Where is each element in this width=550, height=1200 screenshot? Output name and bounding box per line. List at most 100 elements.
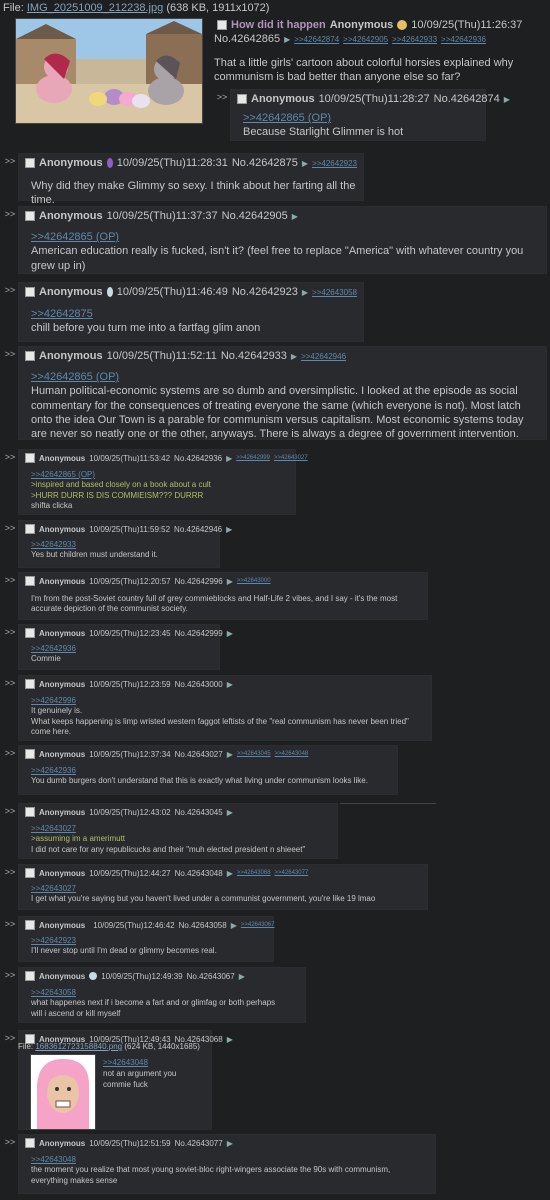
post-checkbox[interactable] (25, 158, 35, 168)
post-number[interactable]: No.42642933 (221, 350, 287, 362)
post-message: >>42643027 >assuming im a amerimutt I di… (31, 824, 306, 854)
post-number[interactable]: No.42642875 (232, 157, 298, 169)
backlink[interactable]: >>42642946 (301, 352, 346, 361)
op-backlink[interactable]: >>42642933 (392, 35, 437, 44)
post-number[interactable]: No.42642999 (175, 629, 223, 638)
post-menu-icon[interactable]: ▶ (291, 352, 297, 361)
post-checkbox[interactable] (237, 94, 247, 104)
op-post-number[interactable]: No.42642865 (214, 33, 280, 45)
op-flag-icon (397, 20, 408, 30)
op-backlink[interactable]: >>42642936 (441, 35, 486, 44)
post-menu-icon[interactable]: ▶ (227, 750, 233, 759)
post-menu-icon[interactable]: ▶ (227, 869, 233, 878)
op-thumbnail[interactable] (15, 18, 203, 124)
reply-container: Anonymous 10/09/25(Thu)11:28:31 No.42642… (18, 153, 364, 206)
reply-post: >> Anonymous 10/09/25(Thu)12:46:42 No.42… (2, 916, 275, 962)
post-checkbox[interactable] (25, 524, 35, 534)
post-checkbox[interactable] (25, 679, 35, 689)
post-number[interactable]: No.42642996 (175, 577, 223, 586)
post-number[interactable]: No.42642905 (222, 210, 288, 222)
reply-post: >> Anonymous 10/09/25(Thu)11:59:52 No.42… (2, 520, 232, 568)
reply-arrow: >> (4, 209, 16, 219)
post-number[interactable]: No.42643067 (187, 972, 235, 981)
post-number[interactable]: No.42643027 (175, 750, 223, 759)
post-number[interactable]: No.42642946 (174, 525, 222, 534)
post-message: >>42643027 I get what you're saying but … (31, 884, 376, 904)
backlink[interactable]: >>42642923 (312, 159, 357, 168)
post-menu-icon[interactable]: ▶ (302, 288, 308, 297)
backlink[interactable]: >>42643068 (237, 870, 271, 876)
post-checkbox[interactable] (25, 287, 35, 297)
post-checkbox[interactable] (25, 868, 35, 878)
post-menu-icon[interactable]: ▶ (227, 577, 233, 586)
post-number[interactable]: No.42643077 (175, 1139, 223, 1148)
post-menu-icon[interactable]: ▶ (227, 1139, 233, 1148)
post-checkbox[interactable] (25, 971, 35, 981)
op-backlink[interactable]: >>42642874 (294, 35, 339, 44)
backlink[interactable]: >>42643067 (241, 922, 275, 928)
post-menu-icon[interactable]: ▶ (239, 972, 245, 981)
post-checkbox[interactable] (25, 807, 35, 817)
post-checkbox[interactable] (25, 211, 35, 221)
post-menu-icon[interactable]: ▶ (504, 95, 510, 104)
reply-thumbnail[interactable] (30, 1054, 96, 1130)
post-checkbox[interactable] (25, 1138, 35, 1148)
reply-post: >> Anonymous 10/09/25(Thu)12:44:27 No.42… (2, 864, 428, 910)
reply-post: >> Anonymous 10/09/25(Thu)12:51:59 No.42… (2, 1134, 436, 1194)
op-date: 10/09/25(Thu)11:26:37 (411, 19, 523, 31)
backlink[interactable]: >>42643045 (237, 751, 271, 757)
post-menu-icon[interactable]: ▶ (227, 1035, 233, 1044)
flag-icon (106, 287, 113, 297)
post-checkbox[interactable] (25, 749, 35, 759)
post-menu-icon[interactable]: ▶ (226, 525, 232, 534)
post-number[interactable]: No.42642874 (434, 93, 500, 105)
post-message: >>42642865 (OP) American education reall… (31, 231, 524, 272)
post-menu-icon[interactable]: ▶ (292, 212, 298, 221)
post-message: >>42642865 (OP) Because Starlight Glimme… (243, 112, 404, 139)
post-checkbox[interactable] (25, 351, 35, 361)
post-menu-icon[interactable]: ▶ (302, 159, 308, 168)
post-message: >>42643058 what happenes next if i becom… (31, 988, 276, 1018)
backlink[interactable]: >>42643000 (237, 578, 271, 584)
post-number[interactable]: No.42643048 (175, 869, 223, 878)
post-message: I'm from the post-Soviet country full of… (31, 594, 398, 614)
reply-arrow: >> (4, 748, 16, 758)
backlink[interactable]: >>42643058 (312, 288, 357, 297)
post-number[interactable]: No.42642936 (174, 454, 222, 463)
post-menu-icon[interactable]: ▶ (226, 454, 232, 463)
backlink[interactable]: >>42643048 (275, 751, 309, 757)
post-message: >>42642996 It genuinely is. What keeps h… (31, 696, 409, 737)
backlink[interactable]: >>42643077 (275, 870, 309, 876)
op-header: How did it happen Anonymous 10/09/25(Thu… (217, 19, 522, 31)
reply-post: >> Anonymous 10/09/25(Thu)12:43:02 No.42… (2, 803, 338, 859)
post-checkbox[interactable] (25, 628, 35, 638)
backlink[interactable]: >>42642999 (236, 455, 270, 461)
post-menu-icon[interactable]: ▶ (227, 629, 233, 638)
post-number[interactable]: No.42643058 (179, 921, 227, 930)
reply-post: >> Anonymous 10/09/25(Thu)11:53:42 No.42… (2, 449, 308, 515)
post-checkbox[interactable] (25, 920, 35, 930)
post-menu-icon[interactable]: ▶ (227, 808, 233, 817)
reply-arrow: >> (4, 678, 16, 688)
post-checkbox[interactable] (25, 453, 35, 463)
post-menu-icon[interactable]: ▶ (231, 921, 237, 930)
post-number[interactable]: No.42643000 (175, 680, 223, 689)
post-checkbox[interactable] (25, 576, 35, 586)
op-backlink[interactable]: >>42642905 (343, 35, 388, 44)
op-number-line: No.42642865 ▶ >>42642874 >>42642905 >>42… (214, 33, 486, 45)
reply-arrow: >> (4, 1137, 16, 1147)
reply-file-line: File: 1683612723158840.png (624 KB, 1440… (18, 1042, 200, 1051)
post-number[interactable]: No.42643045 (175, 808, 223, 817)
backlink[interactable]: >>42643027 (274, 455, 308, 461)
post-menu-icon[interactable]: ▶ (227, 680, 233, 689)
op-menu-icon[interactable]: ▶ (284, 35, 290, 44)
reply-post: >> Anonymous 10/09/25(Thu)11:28:31 No.42… (2, 153, 364, 206)
op-checkbox[interactable] (217, 20, 227, 30)
op-file-link[interactable]: IMG_20251009_212238.jpg (27, 2, 163, 14)
reply-post: >> Anonymous 10/09/25(Thu)12:49:39 No.42… (2, 967, 306, 1023)
reply-container: Anonymous 10/09/25(Thu)12:46:42 No.42643… (18, 916, 275, 962)
post-message: >>42642936 Commie (31, 644, 76, 664)
reply-arrow: >> (4, 867, 16, 877)
reply-file-link[interactable]: 1683612723158840.png (35, 1042, 122, 1051)
post-number[interactable]: No.42642923 (232, 286, 298, 298)
